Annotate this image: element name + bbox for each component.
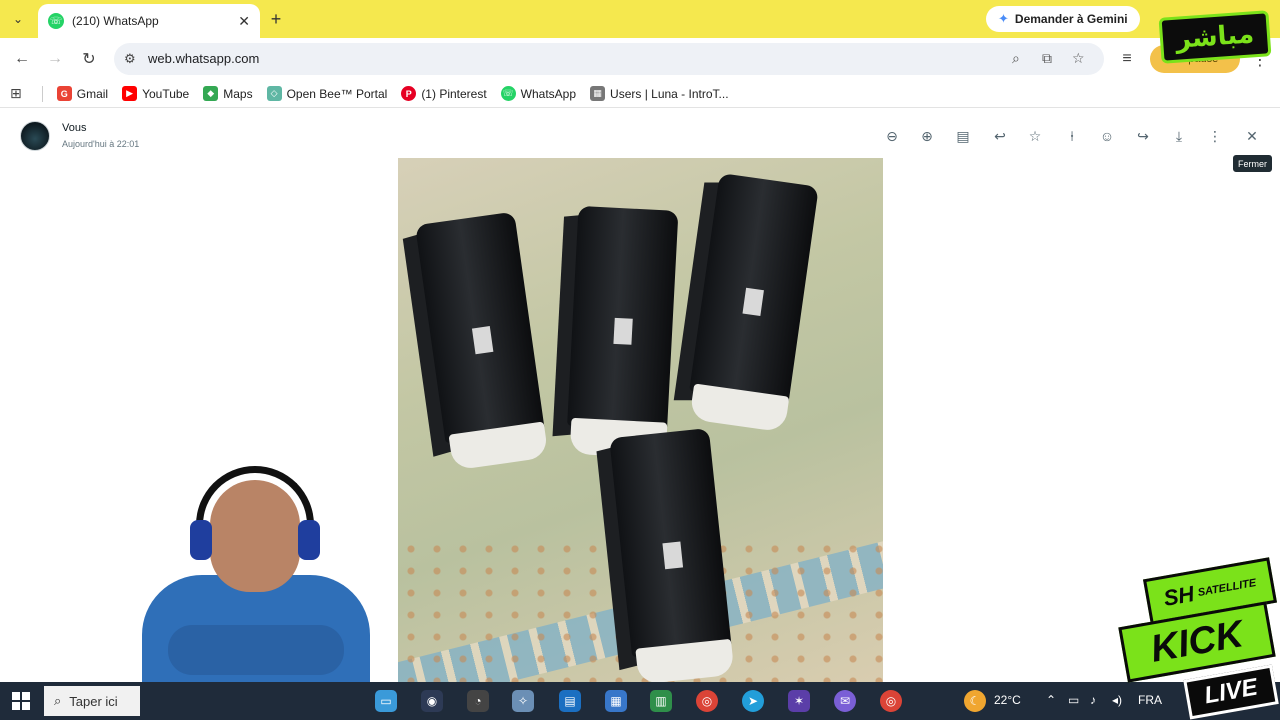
signal-app-icon[interactable]: ✶ — [788, 690, 810, 712]
zoom-page-icon[interactable]: ⌕ — [1012, 50, 1020, 67]
lnb-device — [671, 171, 823, 435]
lnb-device — [552, 205, 683, 461]
bookmarks-divider — [41, 85, 43, 102]
new-tab-button[interactable]: + — [266, 9, 286, 29]
taskbar-app-icon[interactable]: ▭ — [375, 690, 397, 712]
network-icon[interactable]: ▭ — [1068, 693, 1079, 707]
bookmark-label: Gmail — [76, 86, 109, 101]
file-app-icon[interactable]: ▤ — [559, 690, 581, 712]
search-icon: ⌕ — [54, 693, 62, 708]
live-badge-text: مباشر — [1174, 19, 1256, 55]
bookmark-maps[interactable]: ◆ Maps — [203, 86, 253, 101]
gemini-button-label: Demander à Gemini — [1014, 12, 1128, 26]
url-text: web.whatsapp.com — [148, 51, 260, 66]
kick-live-logo: SH SATELLITE KICK LIVE — [1118, 557, 1280, 720]
bookmark-label: Open Bee™ Portal — [286, 86, 388, 101]
bookmark-label: YouTube — [142, 86, 190, 101]
close-icon[interactable]: ✕ — [1241, 126, 1263, 146]
download-icon[interactable]: ⤓ — [1168, 126, 1190, 146]
bookmark-star-icon[interactable]: ☆ — [1072, 50, 1085, 67]
gmail-icon: G — [56, 86, 72, 101]
tab-search-chevron-icon[interactable]: ⌄ — [6, 8, 30, 30]
install-app-icon[interactable]: ⧉ — [1042, 50, 1052, 67]
whatsapp-favicon-icon: ☏ — [48, 13, 64, 29]
pinterest-icon: P — [401, 86, 417, 101]
youtube-icon: ▶ — [122, 86, 138, 101]
weather-icon[interactable]: ☾ — [964, 690, 986, 712]
close-tooltip: Fermer — [1233, 155, 1272, 172]
tab-whatsapp[interactable]: ☏ (210) WhatsApp ✕ — [38, 4, 260, 38]
calculator-app-icon[interactable]: ▦ — [605, 690, 627, 712]
zoom-out-icon[interactable]: ⊖ — [881, 126, 903, 146]
tab-title: (210) WhatsApp — [72, 14, 159, 28]
emoji-icon[interactable]: ☺ — [1096, 126, 1118, 146]
bookmark-whatsapp[interactable]: ☏ WhatsApp — [500, 86, 577, 101]
chrome-active-icon[interactable]: ◎ — [880, 690, 902, 712]
windows-taskbar: ⌕ Taper ici ▭ ◉ ◔ ✧ ▤ ▦ ▥ ◎ ➤ ✶ ✉ ◎ ☾ 22… — [0, 682, 1280, 720]
bookmark-gmail[interactable]: G Gmail — [56, 86, 109, 101]
bookmark-label: WhatsApp — [520, 86, 577, 101]
sender-name: Vous — [62, 122, 87, 134]
more-icon[interactable]: ⋮ — [1204, 126, 1226, 146]
gemini-sparkle-icon: ✦ — [998, 11, 1009, 26]
live-channel-badge: مباشر — [1158, 10, 1272, 64]
browser-tab-strip: ⌄ ☏ (210) WhatsApp ✕ + ✦ Demander à Gemi… — [0, 0, 1280, 38]
bookmark-luna-users[interactable]: ▦ Users | Luna - IntroT... — [590, 86, 729, 101]
taskbar-search[interactable]: ⌕ Taper ici — [44, 686, 140, 716]
bookmarks-bar: ⊞ G Gmail ▶ YouTube ◆ Maps ◇ Open Bee™ Porta… — [0, 80, 1280, 108]
media-viewer-header: Vous Aujourd'hui à 22:01 ⊖ ⊕ ▤ ↩ ☆ ⍿ ☺ ↪… — [0, 112, 1280, 158]
zoom-in-icon[interactable]: ⊕ — [916, 126, 938, 146]
bookmark-label: Users | Luna - IntroT... — [610, 86, 729, 101]
forward-button[interactable]: → — [44, 48, 66, 70]
bookmark-youtube[interactable]: ▶ YouTube — [122, 86, 189, 101]
lnb-device — [595, 427, 738, 682]
apps-grid-icon[interactable]: ⊞ — [10, 85, 22, 102]
taskbar-search-placeholder: Taper ici — [69, 693, 118, 709]
satellite-app-icon[interactable]: ✧ — [512, 690, 534, 712]
headset-earcup-left — [190, 520, 212, 560]
windows-start-icon[interactable] — [12, 692, 30, 710]
pin-icon[interactable]: ⍿ — [1061, 126, 1083, 146]
microphone-icon[interactable]: ♪ — [1090, 693, 1096, 707]
browser-toolbar: ← → ↻ ⚙ web.whatsapp.com ⌕ ⧉ ☆ ≡ En paus… — [0, 38, 1280, 80]
address-bar[interactable]: ⚙ web.whatsapp.com ⌕ ⧉ ☆ — [114, 43, 1104, 75]
grid-icon: ▦ — [590, 86, 606, 101]
site-info-icon[interactable]: ⚙ — [124, 51, 136, 67]
gemini-button[interactable]: ✦ Demander à Gemini — [986, 6, 1140, 32]
speedometer-app-icon[interactable]: ◔ — [467, 690, 489, 712]
forward-icon[interactable]: ↪ — [1132, 126, 1154, 146]
chrome-icon[interactable]: ◎ — [696, 690, 718, 712]
media-photo[interactable] — [398, 158, 883, 682]
brand-satellite: SATELLITE — [1196, 576, 1258, 600]
webcam-overlay — [130, 460, 380, 682]
camera-app-icon[interactable]: ◉ — [421, 690, 443, 712]
reload-button[interactable]: ↻ — [78, 48, 100, 70]
bookmark-openbee[interactable]: ◇ Open Bee™ Portal — [266, 86, 388, 101]
maps-icon: ◆ — [203, 86, 219, 101]
whatsapp-icon: ☏ — [500, 86, 516, 101]
star-icon[interactable]: ☆ — [1024, 126, 1046, 146]
bookmark-pinterest[interactable]: P (1) Pinterest — [401, 86, 487, 101]
tray-chevron-icon[interactable]: ⌃ — [1046, 693, 1056, 707]
media-controls-icon[interactable]: ≡ — [1116, 48, 1138, 70]
avatar[interactable] — [20, 121, 50, 151]
caption-icon[interactable]: ▤ — [952, 126, 974, 146]
excel-app-icon[interactable]: ▥ — [650, 690, 672, 712]
brand-sh: SH — [1161, 581, 1197, 611]
kick-logo-live: LIVE — [1183, 664, 1279, 720]
reply-icon[interactable]: ↩ — [989, 126, 1011, 146]
openbee-icon: ◇ — [266, 86, 282, 101]
headset-earcup-right — [298, 520, 320, 560]
headset-icon — [196, 466, 314, 536]
weather-temperature[interactable]: 22°C — [994, 693, 1021, 707]
presenter-arms — [168, 625, 344, 675]
bookmark-label: Maps — [223, 86, 253, 101]
telegram-icon[interactable]: ➤ — [742, 690, 764, 712]
back-button[interactable]: ← — [11, 48, 33, 70]
lnb-device — [401, 211, 553, 475]
bookmark-label: (1) Pinterest — [421, 86, 487, 101]
messenger-icon[interactable]: ✉ — [834, 690, 856, 712]
sent-time: Aujourd'hui à 22:01 — [62, 139, 140, 149]
tab-close-icon[interactable]: ✕ — [238, 13, 250, 30]
